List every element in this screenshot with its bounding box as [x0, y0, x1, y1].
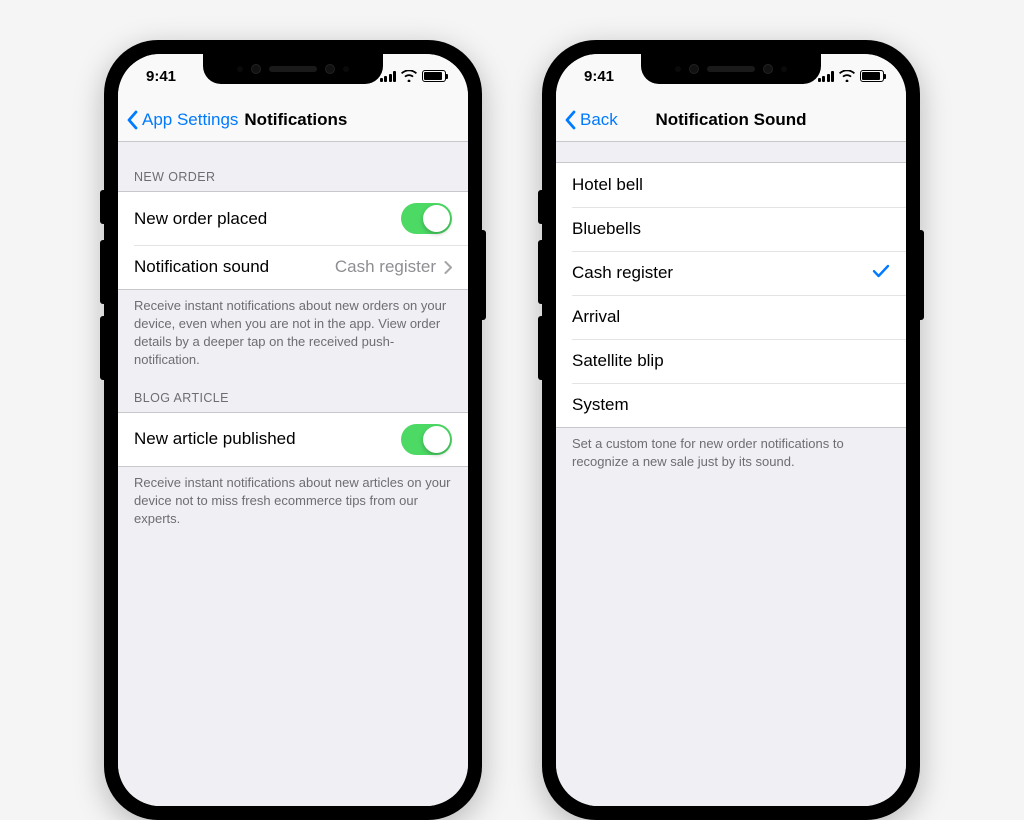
wifi-icon — [401, 70, 417, 82]
chevron-right-icon — [444, 261, 452, 274]
sound-option-label: Cash register — [572, 263, 673, 283]
sound-option-row[interactable]: Bluebells — [556, 207, 906, 251]
row-new-article-published[interactable]: New article published — [118, 413, 468, 466]
signal-icon — [818, 71, 835, 82]
sound-option-row[interactable]: Arrival — [556, 295, 906, 339]
toggle-new-article[interactable] — [401, 424, 452, 455]
screen: 9:41 Back Notification Sound Hotel bell B… — [556, 54, 906, 806]
checkmark-icon — [872, 263, 890, 283]
sound-option-label: System — [572, 395, 629, 415]
sound-option-label: Satellite blip — [572, 351, 664, 371]
back-label: Back — [580, 110, 618, 130]
content: NEW ORDER New order placed Notification … — [118, 142, 468, 806]
section-footer-new-order: Receive instant notifications about new … — [118, 290, 468, 373]
sound-option-label: Bluebells — [572, 219, 641, 239]
status-time: 9:41 — [584, 68, 614, 85]
row-label: New article published — [134, 429, 296, 449]
section-footer-blog: Receive instant notifications about new … — [118, 467, 468, 532]
page-title: Notifications — [244, 110, 347, 130]
back-label: App Settings — [142, 110, 238, 130]
cell-group-sounds: Hotel bell Bluebells Cash register Arrival S… — [556, 162, 906, 428]
section-footer-sounds: Set a custom tone for new order notifica… — [556, 428, 906, 475]
sound-option-row[interactable]: Hotel bell — [556, 163, 906, 207]
battery-icon — [422, 70, 446, 82]
cell-group-new-order: New order placed Notification sound Cash… — [118, 191, 468, 290]
row-notification-sound[interactable]: Notification sound Cash register — [118, 245, 468, 289]
battery-icon — [860, 70, 884, 82]
sound-option-row[interactable]: Satellite blip — [556, 339, 906, 383]
nav-bar: Back Notification Sound — [556, 98, 906, 142]
phone-mockup-left: 9:41 App Settings Notifications NEW ORDE… — [104, 40, 482, 820]
toggle-new-order[interactable] — [401, 203, 452, 234]
back-button[interactable]: Back — [556, 110, 618, 130]
chevron-left-icon — [126, 110, 138, 130]
section-header-new-order: NEW ORDER — [118, 142, 468, 191]
signal-icon — [380, 71, 397, 82]
sound-option-label: Arrival — [572, 307, 620, 327]
chevron-left-icon — [564, 110, 576, 130]
row-new-order-placed[interactable]: New order placed — [118, 192, 468, 245]
cell-group-blog: New article published — [118, 412, 468, 467]
screen: 9:41 App Settings Notifications NEW ORDE… — [118, 54, 468, 806]
phone-mockup-right: 9:41 Back Notification Sound Hotel bell B… — [542, 40, 920, 820]
section-header-blog: BLOG ARTICLE — [118, 373, 468, 412]
row-value: Cash register — [335, 257, 436, 277]
wifi-icon — [839, 70, 855, 82]
sound-option-label: Hotel bell — [572, 175, 643, 195]
notch — [641, 54, 821, 84]
row-label: Notification sound — [134, 257, 269, 277]
sound-option-row[interactable]: Cash register — [556, 251, 906, 295]
sound-option-row[interactable]: System — [556, 383, 906, 427]
row-label: New order placed — [134, 209, 267, 229]
back-button[interactable]: App Settings — [118, 110, 238, 130]
notch — [203, 54, 383, 84]
nav-bar: App Settings Notifications — [118, 98, 468, 142]
content: Hotel bell Bluebells Cash register Arrival S… — [556, 142, 906, 806]
status-time: 9:41 — [146, 68, 176, 85]
